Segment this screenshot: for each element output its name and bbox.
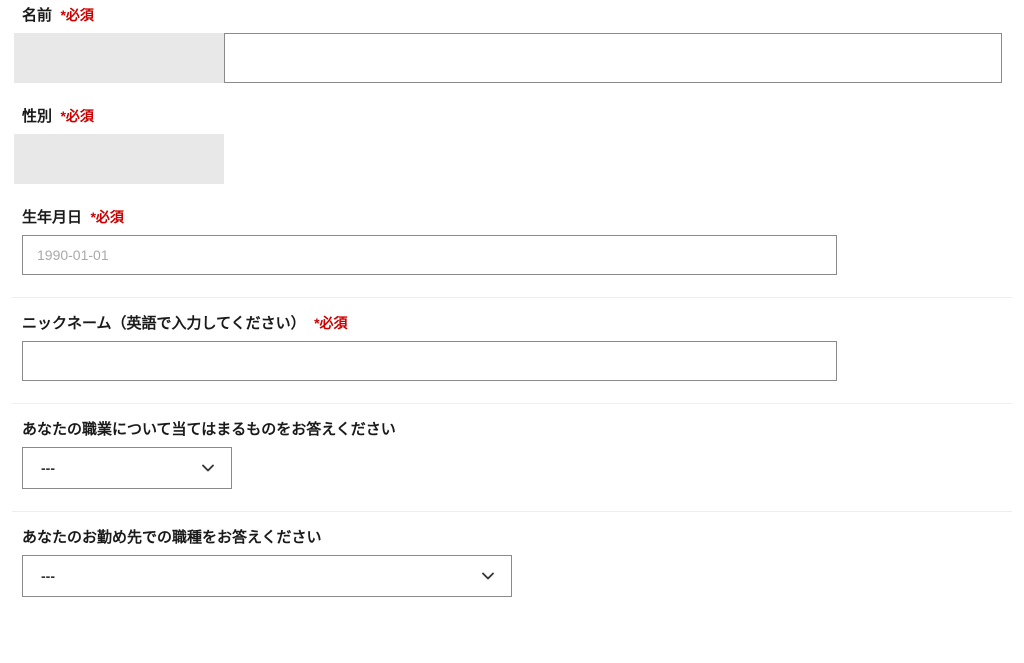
name-label: 名前: [22, 7, 52, 24]
jobtype-section: あなたのお勤め先での職種をお答えください ---: [10, 526, 1014, 597]
birthdate-input[interactable]: [22, 235, 837, 275]
occupation-label: あなたの職業について当てはまるものをお答えください: [22, 421, 396, 438]
nickname-required-marker: *必須: [314, 315, 347, 331]
name-prefix-block: [14, 33, 224, 83]
name-section: 名前 *必須: [10, 0, 1014, 83]
occupation-select[interactable]: ---: [22, 447, 232, 489]
birthdate-label: 生年月日: [22, 209, 82, 226]
name-required-marker: *必須: [60, 7, 93, 23]
birthdate-section: 生年月日 *必須: [10, 206, 1014, 275]
birthdate-required-marker: *必須: [90, 209, 123, 225]
nickname-section: ニックネーム（英語で入力してください） *必須: [10, 312, 1014, 381]
name-input[interactable]: [224, 33, 1002, 83]
gender-block: [14, 134, 224, 184]
nickname-input[interactable]: [22, 341, 837, 381]
divider: [12, 403, 1012, 404]
occupation-section: あなたの職業について当てはまるものをお答えください ---: [10, 418, 1014, 489]
jobtype-select[interactable]: ---: [22, 555, 512, 597]
occupation-select-wrapper: ---: [22, 447, 232, 489]
jobtype-select-wrapper: ---: [22, 555, 512, 597]
gender-label: 性別: [22, 108, 52, 125]
divider: [12, 297, 1012, 298]
nickname-label: ニックネーム（英語で入力してください）: [22, 315, 306, 332]
gender-section: 性別 *必須: [10, 105, 1014, 184]
jobtype-label: あなたのお勤め先での職種をお答えください: [22, 529, 322, 546]
divider: [12, 511, 1012, 512]
gender-required-marker: *必須: [60, 108, 93, 124]
